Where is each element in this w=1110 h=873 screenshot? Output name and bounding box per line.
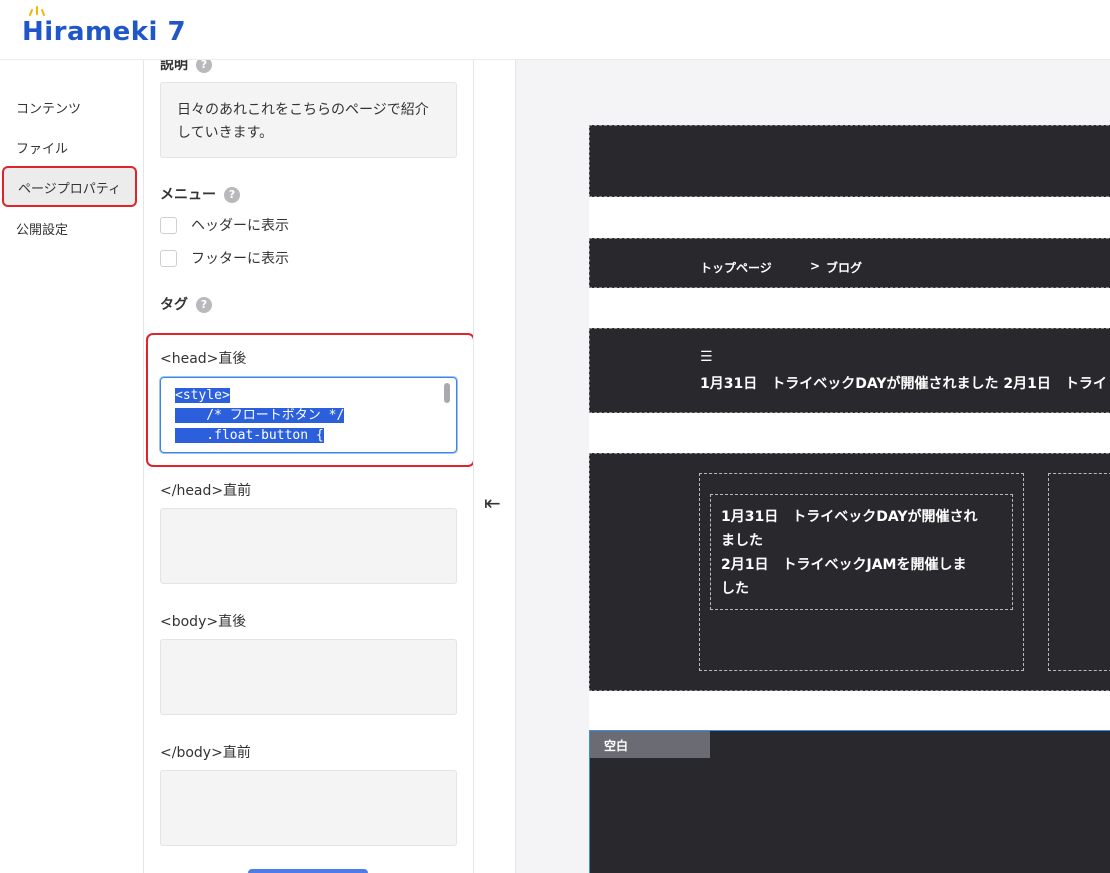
header-display-option[interactable]: ヘッダーに表示	[160, 215, 289, 235]
nav-item-contents[interactable]: コンテンツ	[16, 98, 81, 117]
breadcrumb-home[interactable]: トップページ	[700, 259, 772, 276]
top-header: Hirameki 7	[0, 0, 1110, 60]
sun-icon	[29, 6, 45, 16]
logo-text: Hirameki 7	[22, 17, 187, 47]
head-start-code-input[interactable]: <style> /* フロートボタン */ .float-button {	[160, 377, 457, 453]
code-line: <style>	[175, 388, 230, 403]
page-properties-panel: 説明? 日々のあれこれをこちらのページで紹介していきます。 メニュー? ヘッダー…	[144, 60, 474, 873]
body-start-label: <body>直後	[160, 614, 247, 630]
description-label: 説明?	[160, 60, 212, 74]
collapse-column: ⇤	[474, 60, 516, 873]
footer-display-option[interactable]: フッターに表示	[160, 248, 289, 268]
head-end-label: </head>直前	[160, 483, 252, 499]
header-display-checkbox[interactable]	[160, 216, 177, 234]
blank-block[interactable]: 空白	[589, 730, 1110, 873]
head-start-label: <head>直後	[160, 351, 247, 367]
news-list-block[interactable]: 1月31日 トライベックDAYが開催され ました 2月1日 トライベックJAMを…	[589, 453, 1110, 691]
footer-display-checkbox[interactable]	[160, 249, 177, 267]
body-start-textarea[interactable]	[160, 639, 457, 715]
news-column[interactable]: 1月31日 トライベックDAYが開催され ました 2月1日 トライベックJAMを…	[699, 473, 1024, 671]
left-navigation: コンテンツ ファイル ページプロパティ 公開設定	[0, 60, 144, 873]
blank-block-label: 空白	[590, 731, 710, 758]
tags-label: タグ?	[160, 294, 212, 314]
menu-icon: ☰	[700, 349, 713, 365]
description-textarea[interactable]: 日々のあれこれをこちらのページで紹介していきます。	[160, 82, 457, 158]
news-ticker-text: 1月31日 トライベックDAYが開催されました 2月1日 トライ	[700, 376, 1107, 392]
head-end-textarea[interactable]	[160, 508, 457, 584]
help-icon[interactable]: ?	[196, 297, 212, 313]
code-line: /* フロートボタン */	[175, 408, 345, 423]
code-line: .float-button {	[175, 428, 324, 443]
scrollbar-thumb[interactable]	[444, 383, 450, 403]
body-end-textarea[interactable]	[160, 770, 457, 846]
nav-item-publish-settings[interactable]: 公開設定	[16, 219, 68, 238]
breadcrumb-current: ブログ	[826, 261, 863, 275]
help-icon[interactable]: ?	[196, 60, 212, 73]
body-end-label: </body>直前	[160, 745, 251, 761]
page-preview: トップページ > ブログ ☰ 1月31日 トライベックDAYが開催されました 2…	[516, 60, 1110, 873]
collapse-panel-icon[interactable]: ⇤	[484, 491, 501, 515]
menu-label: メニュー?	[160, 184, 240, 204]
breadcrumb-separator: >	[810, 259, 821, 273]
nav-item-files[interactable]: ファイル	[16, 138, 68, 157]
news-item-box[interactable]: 1月31日 トライベックDAYが開催され ました 2月1日 トライベックJAMを…	[710, 494, 1013, 610]
header-block[interactable]	[589, 125, 1110, 197]
news-ticker-block[interactable]: ☰ 1月31日 トライベックDAYが開催されました 2月1日 トライ	[589, 328, 1110, 413]
save-button[interactable]	[248, 869, 368, 873]
app-logo[interactable]: Hirameki 7	[22, 6, 187, 48]
help-icon[interactable]: ?	[224, 187, 240, 203]
news-text: 1月31日 トライベックDAYが開催され ました 2月1日 トライベックJAMを…	[721, 509, 978, 597]
news-column[interactable]	[1048, 473, 1110, 671]
breadcrumb-block[interactable]: トップページ > ブログ	[589, 238, 1110, 288]
description-text: 日々のあれこれをこちらのページで紹介していきます。	[177, 102, 429, 141]
nav-item-page-properties[interactable]: ページプロパティ	[2, 166, 137, 207]
preview-canvas: トップページ > ブログ ☰ 1月31日 トライベックDAYが開催されました 2…	[589, 125, 1110, 873]
code-content: <style> /* フロートボタン */ .float-button {	[161, 378, 456, 452]
